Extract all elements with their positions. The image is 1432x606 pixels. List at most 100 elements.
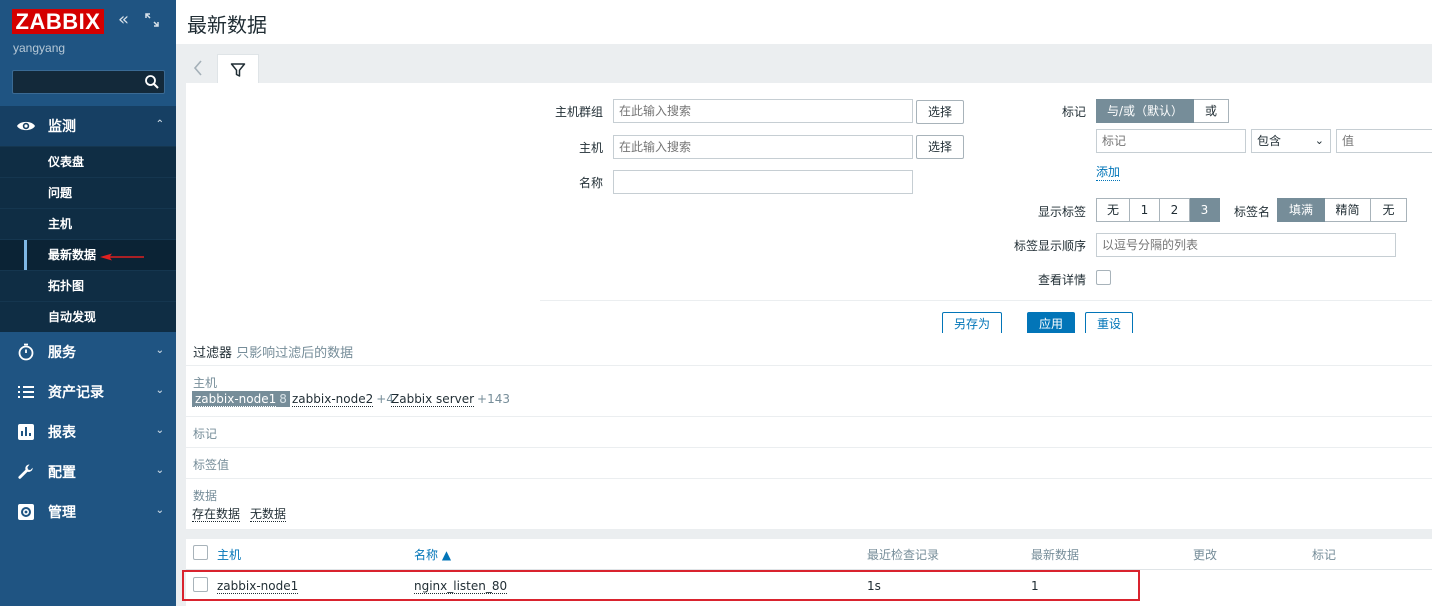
clock-icon	[16, 342, 36, 362]
submenu-problems[interactable]: 问题	[0, 177, 176, 208]
or-option[interactable]: 或	[1194, 99, 1229, 123]
submenu-latest-data[interactable]: 最新数据	[0, 239, 176, 271]
subfilter-tags-row: 标记	[186, 416, 1432, 447]
subfilter-host-tag[interactable]: zabbix-node2 +4	[292, 392, 394, 407]
show-tags-label: 显示标签	[1037, 205, 1086, 219]
search-icon[interactable]	[144, 74, 160, 90]
subfilter-data-with[interactable]: 存在数据	[192, 505, 241, 522]
details-checkbox[interactable]	[1096, 270, 1111, 285]
show-tags-none[interactable]: 无	[1096, 198, 1130, 222]
chevron-down-icon: ⌄	[1314, 134, 1324, 147]
submenu-discovery[interactable]: 自动发现	[0, 301, 176, 332]
name-label: 名称	[578, 176, 603, 190]
details-label: 查看详情	[1037, 273, 1086, 287]
subfilter-host-name: zabbix-node2	[292, 392, 374, 407]
tag-order-input[interactable]	[1096, 233, 1396, 257]
subfilter-data-without-label: 无数据	[250, 507, 287, 522]
show-tags-toggle: 无 1 2 3	[1096, 198, 1220, 222]
submenu-maps[interactable]: 拓扑图	[0, 270, 176, 301]
tag-name-short[interactable]: 精简	[1325, 198, 1371, 222]
show-tags-3[interactable]: 3	[1190, 198, 1220, 222]
submenu-dashboard[interactable]: 仪表盘	[0, 146, 176, 177]
chevron-up-icon: ⌃	[155, 119, 164, 130]
column-name[interactable]: 名称 ▲	[414, 546, 451, 563]
subfilter-data-row: 数据 存在数据 无数据	[186, 478, 1432, 529]
subfilter-data-with-label: 存在数据	[192, 507, 241, 522]
and-or-option[interactable]: 与/或（默认）	[1096, 99, 1194, 123]
sidebar: ZABBIX « yangyang 监测 ⌃ 仪表盘 问题 主机 最新数据 拓扑…	[0, 0, 176, 606]
page-header: 最新数据	[176, 0, 1432, 44]
subfilter-host-tag[interactable]: Zabbix server +143	[391, 392, 511, 407]
host-groups-input[interactable]	[613, 99, 913, 123]
gear-icon	[16, 502, 36, 522]
monitoring-submenu: 仪表盘 问题 主机 最新数据 拓扑图 自动发现	[0, 146, 176, 332]
hosts-input[interactable]	[613, 135, 913, 159]
chevron-down-icon: ⌄	[155, 425, 164, 436]
red-highlight-box	[182, 570, 1140, 601]
chevron-left-icon[interactable]	[192, 57, 208, 81]
column-host[interactable]: 主机	[217, 546, 241, 563]
column-last-check: 最近检查记录	[867, 548, 940, 562]
nav-inventory[interactable]: 资产记录 ⌄	[0, 372, 176, 412]
nav-monitoring[interactable]: 监测 ⌃	[0, 106, 176, 146]
tag-name-full[interactable]: 填满	[1277, 198, 1325, 222]
column-change: 更改	[1193, 548, 1218, 562]
subfilter-title: 过滤器 只影响过滤后的数据	[193, 342, 353, 361]
subfilter-panel: 过滤器 只影响过滤后的数据 主机 zabbix-node1 8 zabbix-no…	[186, 333, 1432, 529]
subfilter-tags-label: 标记	[193, 427, 218, 441]
nav-administration[interactable]: 管理 ⌄	[0, 492, 176, 532]
add-tag-link[interactable]: 添加	[1096, 163, 1121, 181]
filter-panel: 主机群组 选择 主机 选择 名称 标记 与/或（默认） 或 包含 ⌄ 添加 显示…	[186, 83, 1432, 336]
show-tags-2[interactable]: 2	[1160, 198, 1190, 222]
kiosk-mode-icon[interactable]	[145, 13, 159, 27]
page-title: 最新数据	[187, 13, 267, 37]
filter-divider	[540, 300, 1432, 301]
hosts-label: 主机	[578, 141, 603, 155]
tag-operator-value: 包含	[1257, 134, 1282, 148]
nav-monitoring-label: 监测	[48, 119, 76, 135]
tag-name-none[interactable]: 无	[1371, 198, 1407, 222]
column-last-value: 最新数据	[1031, 548, 1080, 562]
subfilter-data-label: 数据	[193, 489, 218, 503]
nav-inventory-label: 资产记录	[48, 385, 104, 401]
zabbix-logo[interactable]: ZABBIX	[12, 9, 104, 34]
show-tags-1[interactable]: 1	[1130, 198, 1160, 222]
bar-chart-icon	[16, 422, 36, 442]
filter-tab[interactable]	[217, 54, 259, 84]
nav-configuration[interactable]: 配置 ⌄	[0, 452, 176, 492]
tag-name-input[interactable]	[1096, 129, 1246, 153]
chevron-down-icon: ⌄	[155, 505, 164, 516]
subfilter-host-tag[interactable]: zabbix-node1 8	[192, 391, 290, 407]
filter-icon	[230, 62, 246, 77]
column-tags: 标记	[1312, 548, 1337, 562]
submenu-hosts[interactable]: 主机	[0, 208, 176, 239]
sidebar-search-input[interactable]	[12, 70, 165, 94]
subfilter-hosts-row: 主机 zabbix-node1 8 zabbix-node2 +4 Zabbix s…	[186, 365, 1432, 416]
eye-icon	[16, 116, 36, 136]
nav-services[interactable]: 服务 ⌄	[0, 332, 176, 372]
tags-label: 标记	[1061, 105, 1086, 119]
select-all-checkbox[interactable]	[193, 545, 208, 560]
hosts-select-button[interactable]: 选择	[916, 135, 964, 159]
host-groups-select-button[interactable]: 选择	[916, 100, 964, 124]
nav-reports[interactable]: 报表 ⌄	[0, 412, 176, 452]
tag-operator-select[interactable]: 包含 ⌄	[1251, 129, 1331, 153]
tag-value-input[interactable]	[1336, 129, 1432, 153]
host-groups-label: 主机群组	[554, 105, 603, 119]
submenu-latest-data-label: 最新数据	[48, 248, 97, 262]
filter-tab-bar	[186, 54, 1432, 84]
list-icon	[16, 382, 36, 402]
chevron-down-icon: ⌄	[155, 465, 164, 476]
chevron-down-icon: ⌄	[155, 345, 164, 356]
nav-administration-label: 管理	[48, 505, 76, 521]
subfilter-host-name: zabbix-node1	[195, 392, 277, 407]
nav-configuration-label: 配置	[48, 465, 76, 481]
subfilter-subtitle: 只影响过滤后的数据	[236, 346, 354, 361]
chevron-down-icon: ⌄	[155, 385, 164, 396]
subfilter-host-count: +143	[477, 392, 511, 406]
collapse-sidebar-icon[interactable]: «	[118, 11, 136, 29]
subfilter-data-without[interactable]: 无数据	[250, 505, 287, 522]
nav-services-label: 服务	[48, 345, 76, 361]
main-nav: 监测 ⌃ 仪表盘 问题 主机 最新数据 拓扑图 自动发现 服务 ⌄ 资产记录 ⌄…	[0, 106, 176, 532]
name-input[interactable]	[613, 170, 913, 194]
